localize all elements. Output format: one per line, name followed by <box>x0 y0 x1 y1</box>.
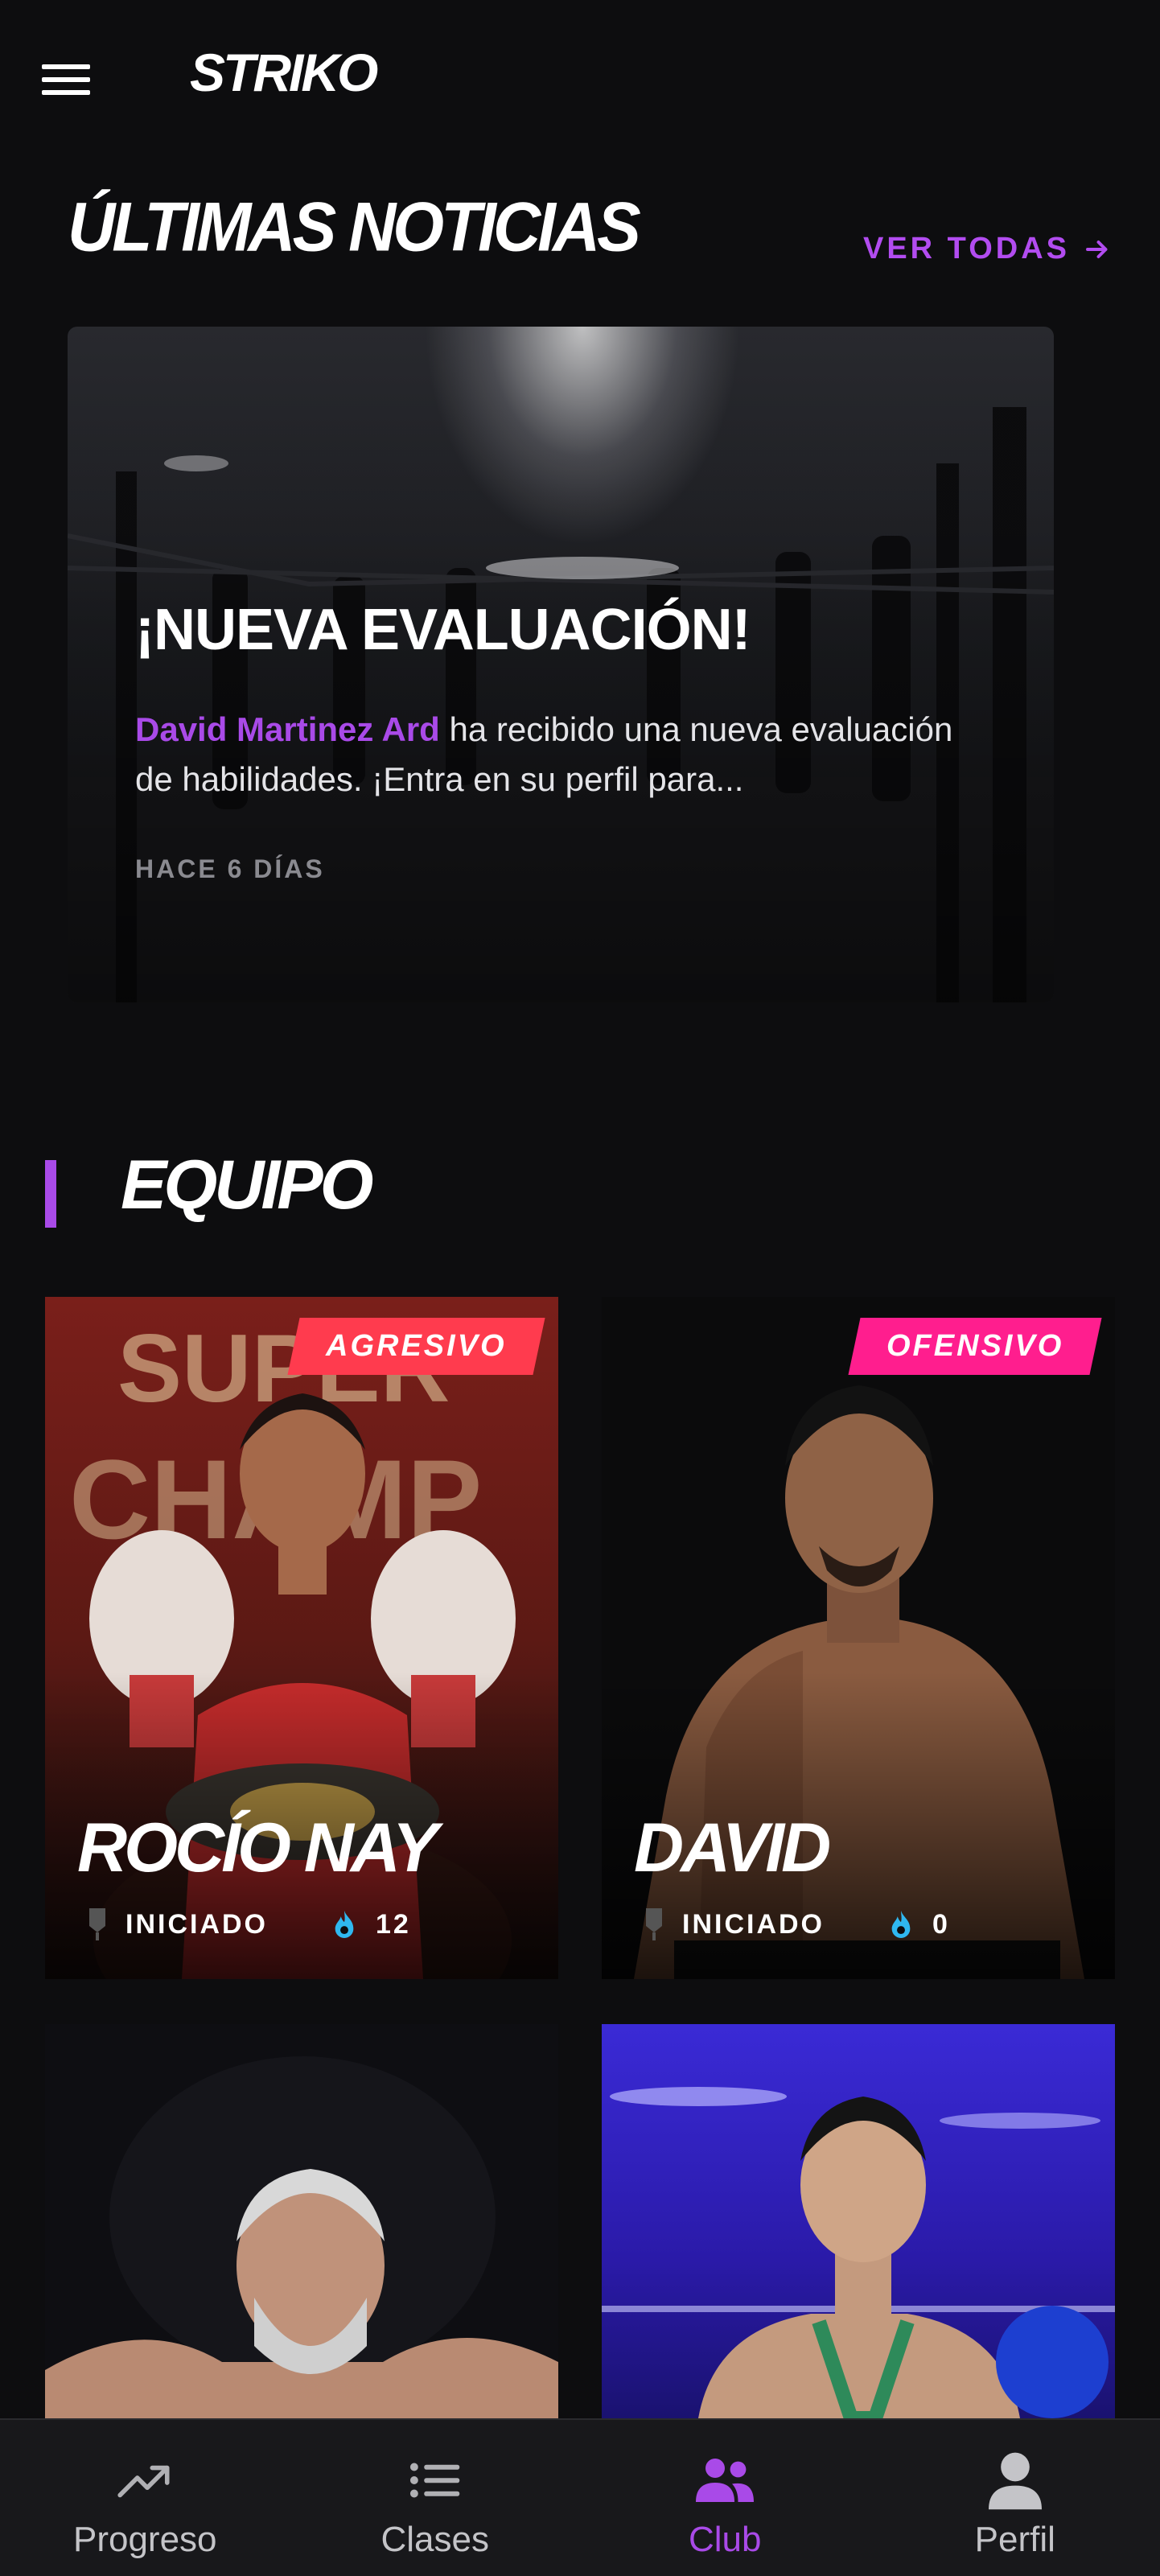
news-section-title: ÚLTIMAS NOTICIAS <box>68 188 641 266</box>
team-section-title: EQUIPO <box>121 1146 374 1224</box>
nav-label: Perfil <box>974 2520 1055 2559</box>
nav-item-clases[interactable]: Clases <box>290 2420 581 2576</box>
person-icon <box>988 2452 1042 2510</box>
fighter-card[interactable] <box>45 2024 558 2418</box>
fighter-photo <box>602 2024 1115 2418</box>
nav-item-progreso[interactable]: Progreso <box>0 2420 290 2576</box>
news-highlight-name[interactable]: David Martinez Ard <box>135 710 440 748</box>
fighter-style-tag: AGRESIVO <box>287 1318 545 1375</box>
nav-label: Clases <box>380 2520 490 2559</box>
news-body: David Martinez Ard ha recibido una nueva… <box>135 705 988 804</box>
fighter-name: ROCÍO NAY <box>77 1809 438 1887</box>
bottom-navigation: Progreso Clases Club Perfil <box>0 2418 1160 2576</box>
arrow-right-icon <box>1086 240 1108 258</box>
nav-item-perfil[interactable]: Perfil <box>870 2420 1160 2576</box>
fighter-stats: INICIADO 12 <box>87 1908 411 1940</box>
list-icon <box>409 2463 459 2498</box>
fighter-streak: 0 <box>932 1908 950 1940</box>
fighter-photo <box>45 2024 558 2418</box>
fighter-level: INICIADO <box>682 1908 825 1940</box>
hamburger-menu-icon[interactable] <box>35 56 97 103</box>
flame-icon <box>335 1911 354 1938</box>
news-card[interactable]: ¡NUEVA EVALUACIÓN! David Martinez Ard ha… <box>68 327 1054 1002</box>
trending-up-icon <box>117 2465 170 2498</box>
fighter-level: INICIADO <box>125 1908 268 1940</box>
news-date: HACE 6 DÍAS <box>135 854 325 883</box>
fighter-stats: INICIADO 0 <box>644 1908 950 1940</box>
app-logo: STRIKO <box>190 43 378 102</box>
fighter-card[interactable]: OFENSIVO DAVID INICIADO 0 <box>602 1297 1115 1979</box>
nav-item-club[interactable]: Club <box>580 2420 870 2576</box>
see-all-news-link[interactable]: VER TODAS <box>863 232 1112 266</box>
club-screen: STRIKO ÚLTIMAS NOTICIAS VER TODAS ¡NUEVA… <box>0 0 1160 2576</box>
fighter-style-tag: OFENSIVO <box>848 1318 1102 1375</box>
top-bar: STRIKO <box>0 0 1160 153</box>
nav-label: Club <box>689 2520 762 2559</box>
see-all-label: VER TODAS <box>862 232 1070 265</box>
nav-label: Progreso <box>72 2520 217 2559</box>
flame-icon <box>891 1911 911 1938</box>
medal-icon <box>89 1908 105 1940</box>
fighter-name: DAVID <box>634 1809 831 1887</box>
medal-icon <box>646 1908 662 1940</box>
section-accent-bar <box>45 1160 56 1228</box>
fighter-card[interactable]: SUPER CHAMP AGRESIVO ROCÍO NAY INICIADO <box>45 1297 558 1979</box>
fighter-card[interactable] <box>602 2024 1115 2418</box>
fighter-streak: 12 <box>376 1908 411 1940</box>
users-icon <box>696 2459 755 2502</box>
news-headline: ¡NUEVA EVALUACIÓN! <box>135 598 751 662</box>
